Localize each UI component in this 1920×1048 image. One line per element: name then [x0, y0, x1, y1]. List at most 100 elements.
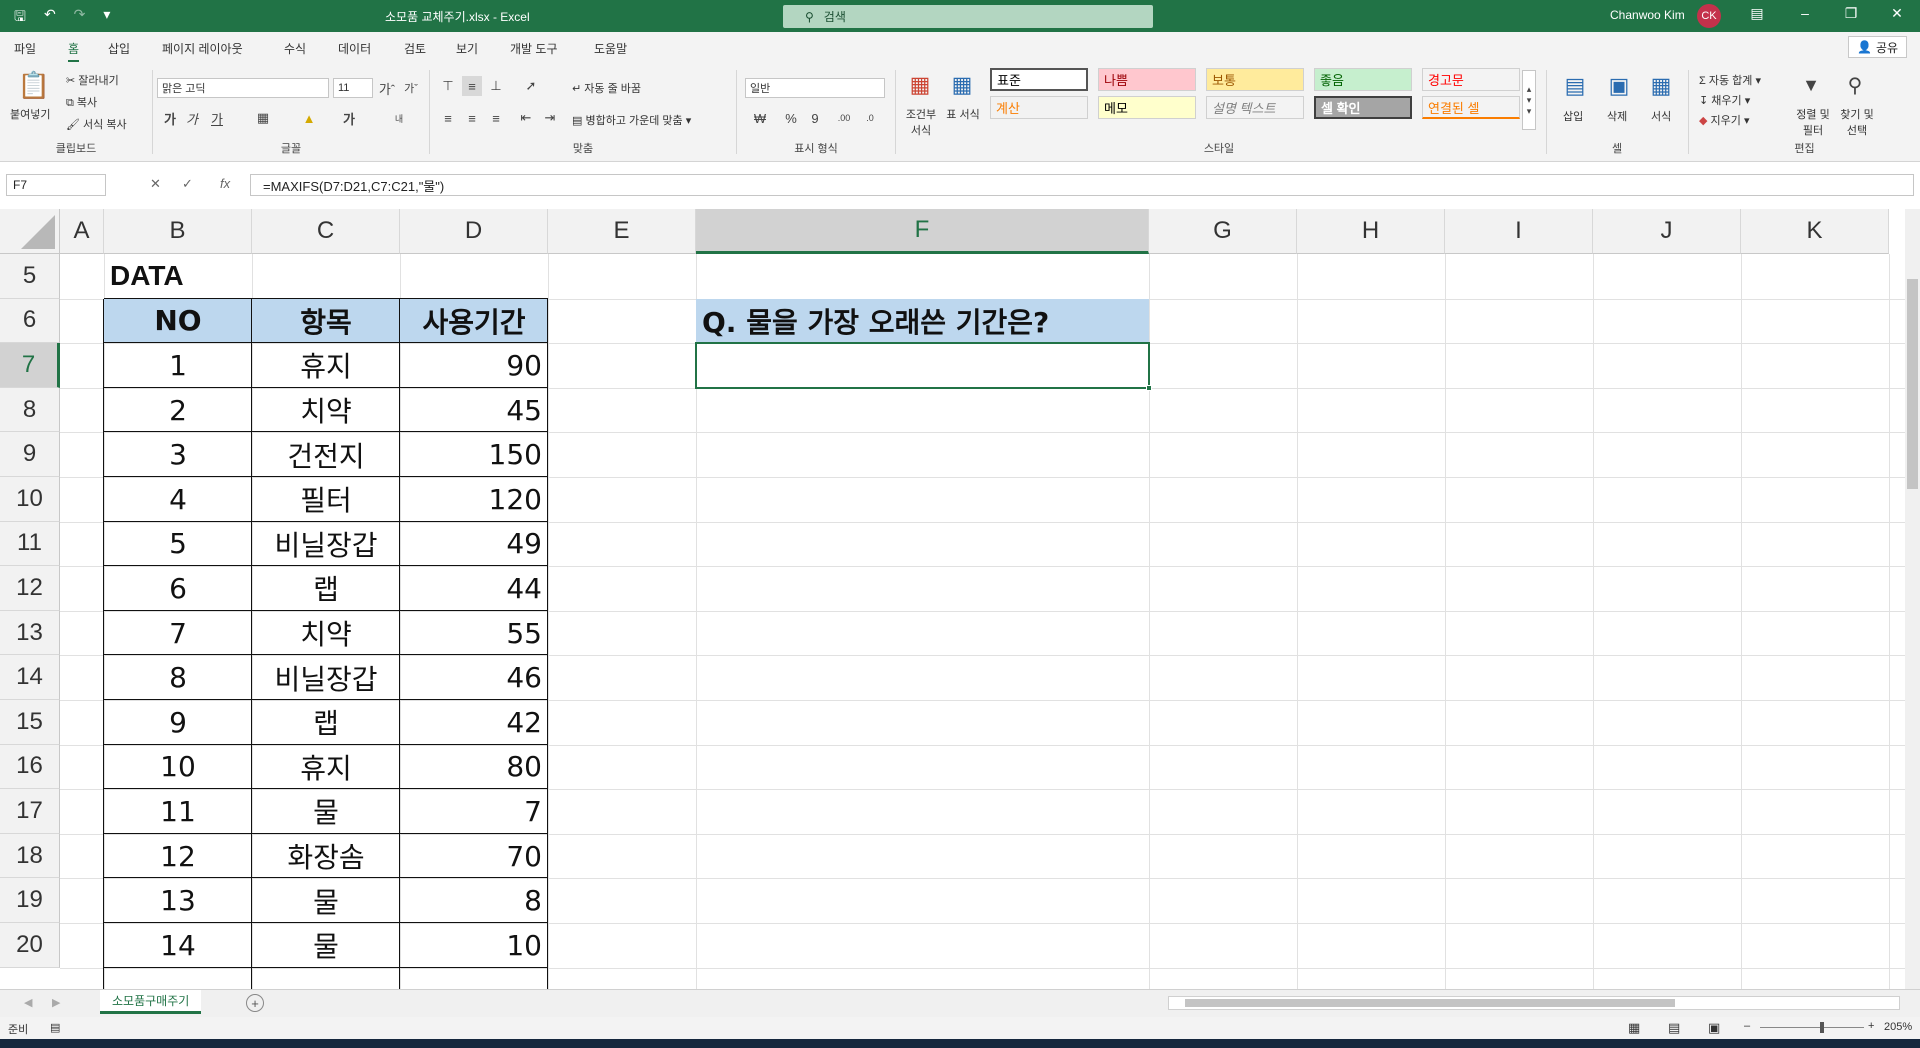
cut-button[interactable]: ✂ 잘라내기	[66, 72, 119, 88]
number-format-dropdown[interactable]: 일반	[745, 78, 885, 98]
save-icon[interactable]: 🖫	[14, 6, 26, 30]
table-cell-item[interactable]: 랩	[252, 700, 400, 745]
align-left-icon[interactable]: ≡	[438, 108, 458, 128]
table-cell-period[interactable]: 10	[400, 923, 542, 968]
table-cell-period[interactable]: 80	[400, 745, 542, 790]
zoom-slider-handle[interactable]	[1820, 1022, 1824, 1033]
table-cell-no[interactable]: 4	[104, 477, 252, 522]
row-header-10[interactable]: 10	[0, 477, 60, 522]
conditional-formatting-icon[interactable]: ▦	[904, 70, 936, 100]
format-cells-button[interactable]: 서식	[1651, 108, 1671, 124]
cell-style-8[interactable]: 셀 확인	[1314, 96, 1412, 119]
tab-developer[interactable]: 개발 도구	[510, 40, 558, 57]
cell-style-3[interactable]: 좋음	[1314, 68, 1412, 91]
borders-icon[interactable]: ▦	[249, 108, 277, 128]
percent-style-icon[interactable]: %	[781, 108, 801, 128]
table-cell-period[interactable]: 90	[400, 343, 542, 388]
tab-file[interactable]: 파일	[14, 40, 36, 57]
minimize-icon[interactable]: –	[1790, 5, 1820, 21]
wrap-text-button[interactable]: ↵ 자동 줄 바꿈	[572, 80, 641, 96]
table-cell-item[interactable]: 비닐장갑	[252, 522, 400, 567]
tab-review[interactable]: 검토	[404, 40, 426, 57]
clear-button[interactable]: ◆ 지우기 ▾	[1699, 112, 1749, 128]
redo-icon[interactable]: ↷	[74, 6, 86, 30]
table-cell-item[interactable]: 화장솜	[252, 834, 400, 879]
scroll-thumb[interactable]	[1907, 279, 1918, 489]
column-header-k[interactable]: K	[1741, 209, 1889, 254]
table-cell-no[interactable]: 10	[104, 745, 252, 790]
tab-help[interactable]: 도움말	[594, 40, 627, 57]
vertical-scrollbar[interactable]	[1905, 209, 1920, 989]
table-cell-no[interactable]: 9	[104, 700, 252, 745]
row-header-20[interactable]: 20	[0, 923, 60, 968]
table-cell-no[interactable]: 2	[104, 388, 252, 433]
grow-font-icon[interactable]: 가ˆ	[377, 78, 397, 98]
table-cell-no[interactable]: 8	[104, 655, 252, 700]
insert-cells-icon[interactable]: ▤	[1559, 72, 1591, 100]
page-layout-view-icon[interactable]: ▤	[1668, 1020, 1680, 1036]
comma-style-icon[interactable]: 9	[805, 108, 825, 128]
cancel-icon[interactable]: ✕	[150, 176, 161, 192]
cell-style-5[interactable]: 계산	[990, 96, 1088, 119]
search-box[interactable]: ⚲ 검색	[783, 5, 1153, 28]
restore-icon[interactable]: ❐	[1836, 5, 1866, 22]
table-cell-no[interactable]: 11	[104, 789, 252, 834]
avatar[interactable]: CK	[1697, 4, 1721, 28]
cell-style-6[interactable]: 메모	[1098, 96, 1196, 119]
worksheet-grid[interactable]: ABCDEFGHIJK 5 6 7 8 9 10 11 12 13 14 15 16 17 18 19 20 …	[0, 209, 1905, 989]
table-cell-item[interactable]: 물	[252, 789, 400, 834]
column-header-f[interactable]: F	[696, 209, 1149, 254]
find-select-button[interactable]: 찾기 및 선택	[1837, 106, 1877, 138]
table-cell-period[interactable]: 55	[400, 611, 542, 656]
cell-style-7[interactable]: 설명 텍스트	[1206, 96, 1304, 119]
zoom-out-icon[interactable]: –	[1744, 1020, 1750, 1032]
table-cell-no[interactable]: 12	[104, 834, 252, 879]
align-top-icon[interactable]: ⊤	[438, 76, 458, 96]
fill-color-icon[interactable]: ▲	[295, 108, 323, 128]
column-header-d[interactable]: D	[400, 209, 548, 254]
delete-cells-button[interactable]: 삭제	[1607, 108, 1627, 124]
font-name-dropdown[interactable]: 맑은 고딕	[157, 78, 329, 98]
table-cell-item[interactable]: 필터	[252, 477, 400, 522]
delete-cells-icon[interactable]: ▣	[1603, 72, 1635, 100]
next-sheet-icon[interactable]: ▶	[52, 996, 60, 1009]
accounting-format-icon[interactable]: ₩	[747, 108, 773, 128]
format-painter-button[interactable]: 🖌 서식 복사	[66, 116, 127, 132]
underline-icon[interactable]: 가	[205, 108, 229, 128]
tab-home[interactable]: 홈	[68, 40, 80, 62]
table-cell-period[interactable]: 7	[400, 789, 542, 834]
cell-style-9[interactable]: 연결된 셀	[1422, 96, 1520, 119]
row-header-16[interactable]: 16	[0, 744, 60, 790]
enter-icon[interactable]: ✓	[182, 176, 193, 192]
row-header-9[interactable]: 9	[0, 432, 60, 477]
cell-style-2[interactable]: 보통	[1206, 68, 1304, 91]
align-right-icon[interactable]: ≡	[486, 108, 506, 128]
cell-style-0[interactable]: 표준	[990, 68, 1088, 91]
table-header-cell[interactable]: 항목	[252, 299, 400, 344]
table-cell-item[interactable]: 휴지	[252, 343, 400, 388]
column-header-i[interactable]: I	[1445, 209, 1593, 254]
bold-icon[interactable]: 가	[161, 108, 179, 128]
ribbon-display-options-icon[interactable]: ▤	[1742, 5, 1772, 22]
increase-indent-icon[interactable]: ⇥	[540, 108, 560, 128]
paste-icon[interactable]: 📋	[16, 68, 52, 102]
orientation-icon[interactable]: ➚	[516, 76, 546, 96]
row-header-8[interactable]: 8	[0, 387, 60, 433]
normal-view-icon[interactable]: ▦	[1628, 1020, 1640, 1036]
gallery-scroll-icon[interactable]: ▴ ▾ ▾	[1522, 70, 1536, 130]
table-cell-item[interactable]: 랩	[252, 566, 400, 611]
cell-style-1[interactable]: 나쁨	[1098, 68, 1196, 91]
format-as-table-button[interactable]: 표 서식	[946, 106, 980, 122]
row-header-15[interactable]: 15	[0, 700, 60, 745]
cell-style-4[interactable]: 경고문	[1422, 68, 1520, 91]
column-header-h[interactable]: H	[1297, 209, 1445, 254]
table-cell-item[interactable]: 건전지	[252, 432, 400, 477]
data-title[interactable]: DATA	[110, 254, 184, 299]
table-cell-period[interactable]: 46	[400, 655, 542, 700]
table-cell-item[interactable]: 치약	[252, 388, 400, 433]
table-cell-period[interactable]: 150	[400, 432, 542, 477]
paste-button[interactable]: 붙여넣기	[10, 106, 50, 122]
row-header-13[interactable]: 13	[0, 610, 60, 656]
sort-filter-button[interactable]: 정렬 및 필터	[1795, 106, 1831, 138]
tab-page-layout[interactable]: 페이지 레이아웃	[162, 40, 243, 57]
